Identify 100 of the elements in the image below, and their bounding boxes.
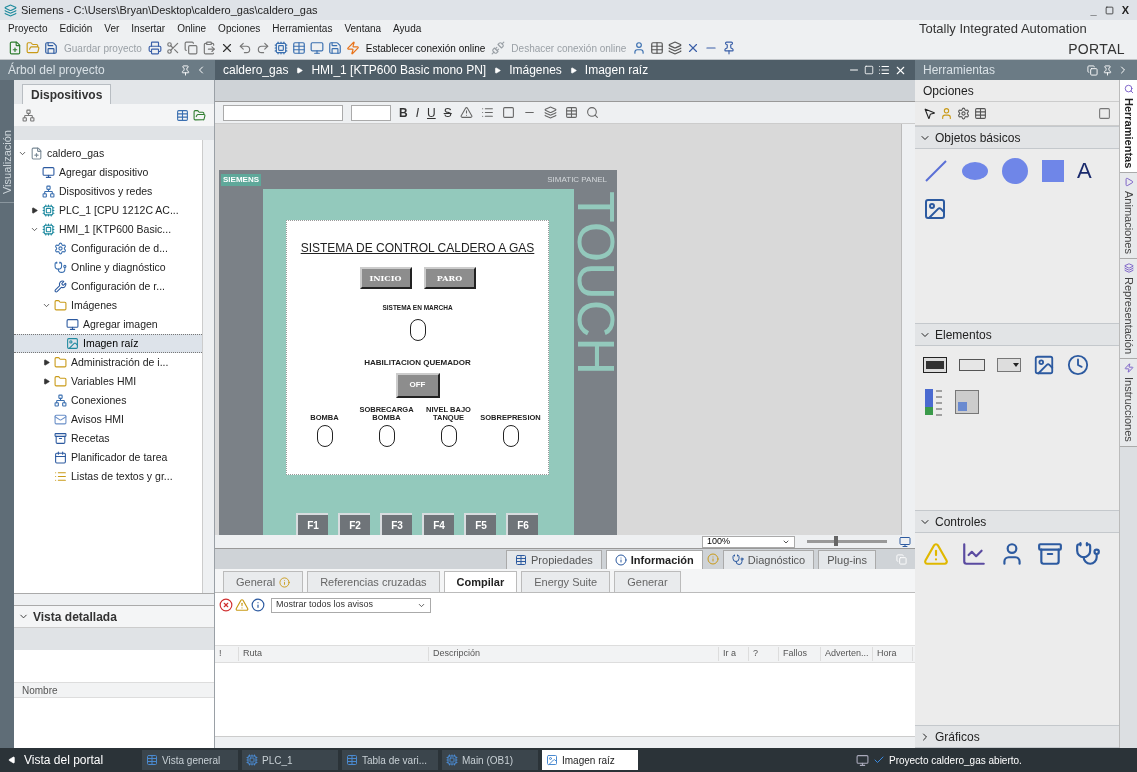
tree-item[interactable]: Conexiones xyxy=(14,391,202,410)
new-file-icon[interactable] xyxy=(8,41,22,56)
text-tool[interactable]: A xyxy=(1077,160,1092,182)
window-icon[interactable] xyxy=(1098,107,1111,120)
switch-icon[interactable] xyxy=(955,390,979,414)
lightning-icon[interactable] xyxy=(345,41,360,56)
filter-dropdown[interactable]: Mostrar todos los avisos xyxy=(271,597,431,613)
overview-icon[interactable] xyxy=(899,535,911,548)
bar-icon[interactable] xyxy=(923,388,943,416)
diagnostics-icon[interactable] xyxy=(1075,541,1101,567)
paste-icon[interactable] xyxy=(201,41,216,56)
table-icon[interactable] xyxy=(291,41,306,56)
subtab[interactable]: Energy Suite xyxy=(521,571,611,592)
inspector-tab[interactable]: Plug-ins xyxy=(818,550,876,569)
restore-icon[interactable] xyxy=(1104,5,1114,15)
task-button[interactable]: Vista general xyxy=(142,750,238,770)
column-header[interactable]: Nombre xyxy=(14,682,214,698)
column-header[interactable]: Adverten... xyxy=(821,647,873,661)
column-header[interactable]: Ir a xyxy=(719,647,749,661)
align-icon[interactable] xyxy=(480,106,494,119)
error-filter-icon[interactable] xyxy=(219,598,233,612)
column-header[interactable]: ? xyxy=(749,647,779,661)
float-icon[interactable] xyxy=(1087,64,1098,76)
column-header[interactable]: Fallos xyxy=(779,647,821,661)
slider-thumb[interactable] xyxy=(833,536,838,546)
column-header[interactable]: Hora xyxy=(873,647,913,661)
devices-tab[interactable]: Dispositivos xyxy=(22,84,112,104)
tree-item[interactable]: Online y diagnóstico xyxy=(14,258,202,277)
task-button[interactable]: Imagen raíz xyxy=(542,750,638,770)
button-icon[interactable] xyxy=(959,359,985,371)
subtab[interactable]: General xyxy=(223,571,304,592)
menu-item[interactable]: Insertar xyxy=(131,21,166,37)
pin-icon[interactable] xyxy=(722,41,737,56)
inspector-tab[interactable]: Información xyxy=(605,550,703,569)
scrollbar[interactable] xyxy=(202,140,214,593)
clock-icon[interactable] xyxy=(1067,354,1089,376)
tree-item[interactable]: PLC_1 [CPU 1212C AC... xyxy=(14,201,202,220)
menu-item[interactable]: Opciones xyxy=(218,21,261,37)
task-button[interactable]: Main (OB1) xyxy=(442,750,538,770)
subtab[interactable]: Compilar xyxy=(443,571,518,592)
inspector-tab[interactable]: Diagnóstico xyxy=(722,550,815,569)
menu-item[interactable]: Herramientas xyxy=(272,21,333,37)
format-button[interactable]: S xyxy=(443,103,452,122)
function-key[interactable]: F3 xyxy=(380,513,412,535)
table-icon[interactable] xyxy=(974,107,987,120)
tree-item[interactable]: Recetas xyxy=(14,429,202,448)
redo-icon[interactable] xyxy=(255,41,270,56)
menu-item[interactable]: Proyecto xyxy=(8,21,48,37)
tree-item[interactable]: Variables HMI xyxy=(14,372,202,391)
function-key[interactable]: F6 xyxy=(506,513,538,535)
rectangle-icon[interactable] xyxy=(1041,159,1065,183)
function-key[interactable]: F2 xyxy=(338,513,370,535)
menu-item[interactable]: Ver xyxy=(104,21,120,37)
cut-icon[interactable] xyxy=(165,41,180,56)
breadcrumb-item[interactable]: Imagen raíz xyxy=(584,61,649,79)
collapse-arrow-icon[interactable] xyxy=(30,207,38,214)
graphic-field-icon[interactable] xyxy=(1033,354,1055,376)
recipe-view-icon[interactable] xyxy=(1037,541,1063,567)
collapse-arrow-icon[interactable] xyxy=(42,378,50,385)
side-tab[interactable]: Representación xyxy=(1120,259,1137,360)
column-header[interactable]: ! xyxy=(215,647,239,661)
scrollbar[interactable] xyxy=(14,594,214,606)
ellipse-icon[interactable] xyxy=(961,161,989,181)
portal-view-button[interactable]: Vista del portal xyxy=(8,751,138,769)
menu-item[interactable]: Ventana xyxy=(344,21,382,37)
layers-icon[interactable] xyxy=(668,41,683,56)
menu-item[interactable]: Ayuda xyxy=(393,21,422,37)
breadcrumb-item[interactable]: Imágenes xyxy=(509,61,562,79)
section-header[interactable]: Gráficos xyxy=(915,725,1119,748)
pin-icon[interactable] xyxy=(180,64,191,76)
tree-item[interactable]: Agregar imagen xyxy=(14,315,202,334)
plug-icon[interactable] xyxy=(491,41,506,56)
copy-icon[interactable] xyxy=(183,41,198,56)
io-field-icon[interactable] xyxy=(923,357,947,373)
section-header[interactable]: Controles xyxy=(915,510,1119,533)
trend-chart-icon[interactable] xyxy=(961,541,987,567)
circle-icon[interactable] xyxy=(1001,157,1029,185)
printer-icon[interactable] xyxy=(147,41,162,56)
tree-item[interactable]: Avisos HMI xyxy=(14,410,202,429)
image-icon[interactable] xyxy=(923,197,947,221)
tree-item[interactable]: Imágenes xyxy=(14,296,202,315)
info-filter-icon[interactable] xyxy=(251,598,265,612)
tree-item[interactable]: Planificador de tarea xyxy=(14,448,202,467)
tree-item[interactable]: Imagen raíz xyxy=(14,334,202,353)
breadcrumb-item[interactable]: HMI_1 [KTP600 Basic mono PN] xyxy=(311,61,487,79)
dropdown-icon[interactable] xyxy=(997,358,1021,372)
function-key[interactable]: F5 xyxy=(464,513,496,535)
table-view-icon[interactable] xyxy=(176,108,189,122)
side-tab[interactable]: Instrucciones xyxy=(1120,359,1137,448)
menu-item[interactable]: Online xyxy=(177,21,207,37)
tree-item[interactable]: Configuración de r... xyxy=(14,277,202,296)
tree-item[interactable]: Administración de i... xyxy=(14,353,202,372)
close-button[interactable]: X xyxy=(1117,1,1133,19)
menu-item[interactable]: Edición xyxy=(59,21,93,37)
folder-icon[interactable] xyxy=(193,108,206,122)
cross-table-icon[interactable] xyxy=(650,41,665,56)
tree-item[interactable]: Listas de textos y gr... xyxy=(14,467,202,486)
format-button[interactable]: I xyxy=(415,103,419,122)
pin-icon[interactable] xyxy=(1102,64,1113,76)
size-dropdown[interactable] xyxy=(351,104,391,121)
